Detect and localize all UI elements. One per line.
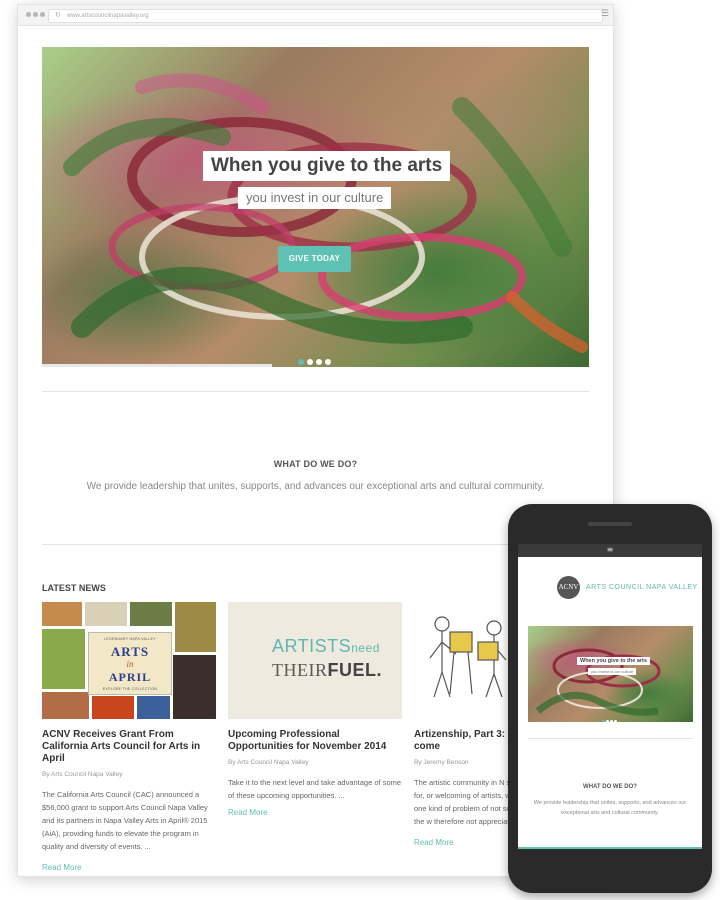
phone-screen: ≡ ACNV ARTS COUNCIL NAPA VALLEY When you… bbox=[518, 544, 702, 849]
news-author: By Arts Council Napa Valley bbox=[228, 759, 309, 766]
hero-subtitle: you invest in our culture bbox=[238, 187, 392, 209]
latest-news-heading: LATEST NEWS bbox=[42, 583, 106, 593]
what-we-do-title: WHAT DO WE DO? bbox=[273, 459, 358, 469]
artists-need-their-fuel-image[interactable]: ARTISTSneed THEIRFUEL. bbox=[228, 602, 402, 719]
need-word: need bbox=[351, 641, 380, 655]
phone-what-we-do-title: WHAT DO WE DO? bbox=[583, 784, 637, 790]
artists-line: ARTISTSneed bbox=[272, 636, 380, 657]
news-card: ARTISTSneed THEIRFUEL. Upcoming Professi… bbox=[228, 602, 402, 817]
carousel-dot[interactable] bbox=[614, 720, 617, 722]
hero-carousel: When you give to the arts you invest in … bbox=[42, 47, 589, 367]
carousel-dot[interactable] bbox=[316, 359, 322, 365]
window-dot-icon[interactable] bbox=[40, 12, 45, 17]
address-bar-url: www.artscouncilnapavalley.org bbox=[67, 13, 149, 19]
give-today-button[interactable]: GIVE TODAY bbox=[278, 246, 351, 272]
news-excerpt: The California Arts Council (CAC) announ… bbox=[42, 790, 208, 851]
collage-text-line: ARTS bbox=[110, 644, 150, 659]
carousel-dot[interactable] bbox=[602, 720, 605, 722]
phone-what-we-do-text: We provide leadership that unites, suppo… bbox=[533, 800, 687, 816]
phone-hero-title: When you give to the arts bbox=[577, 657, 650, 665]
news-card: LEGENDARY NAPA VALLEY ARTS in APRIL EXPL… bbox=[42, 602, 216, 872]
their-word: THEIR bbox=[272, 660, 328, 680]
fuel-word: FUEL. bbox=[327, 660, 382, 680]
collage-text-line: APRIL bbox=[108, 670, 152, 684]
carousel-dot[interactable] bbox=[307, 359, 313, 365]
collage-text-line: EXPLORE THE COLLECTION bbox=[102, 687, 158, 691]
carousel-pager bbox=[602, 710, 618, 722]
hero-title: When you give to the arts bbox=[203, 151, 451, 181]
carousel-dot[interactable] bbox=[298, 359, 304, 365]
accent-line bbox=[518, 847, 702, 849]
arts-in-april-collage-image[interactable]: LEGENDARY NAPA VALLEY ARTS in APRIL EXPL… bbox=[42, 602, 216, 719]
news-title[interactable]: ACNV Receives Grant From California Arts… bbox=[42, 729, 216, 765]
phone-nav-bar: ≡ bbox=[518, 544, 702, 557]
phone-speaker bbox=[588, 522, 632, 526]
section-divider bbox=[42, 391, 589, 392]
collage-text-line: in bbox=[126, 659, 134, 669]
carousel-dot[interactable] bbox=[610, 720, 613, 722]
section-divider bbox=[42, 544, 589, 545]
window-dot-icon[interactable] bbox=[26, 12, 31, 17]
what-we-do-text: We provide leadership that unites, suppo… bbox=[86, 481, 545, 492]
hamburger-menu-icon[interactable]: ☰ bbox=[601, 10, 609, 19]
site-name[interactable]: ARTS COUNCIL NAPA VALLEY bbox=[586, 584, 698, 591]
acnv-logo[interactable]: ACNV bbox=[557, 576, 580, 599]
section-divider bbox=[528, 738, 693, 739]
reload-icon[interactable]: ↻ bbox=[55, 11, 61, 19]
read-more-link[interactable]: Read More bbox=[42, 863, 216, 872]
news-excerpt: Take it to the next level and take advan… bbox=[228, 778, 402, 800]
window-dot-icon[interactable] bbox=[33, 12, 38, 17]
carousel-progress-bar bbox=[42, 364, 272, 367]
artists-word: ARTISTS bbox=[272, 636, 352, 656]
news-title[interactable]: Upcoming Professional Opportunities for … bbox=[228, 729, 402, 753]
address-bar[interactable]: ↻ www.artscouncilnapavalley.org bbox=[48, 9, 603, 23]
news-author: By Arts Council Napa Valley bbox=[42, 771, 123, 778]
phone-hero-carousel: When you give to the arts you invest in … bbox=[528, 626, 693, 722]
read-more-link[interactable]: Read More bbox=[228, 808, 402, 817]
carousel-dot[interactable] bbox=[325, 359, 331, 365]
phone-hero-subtitle: you invest in our culture bbox=[588, 668, 637, 675]
carousel-dot[interactable] bbox=[606, 720, 609, 722]
browser-chrome: ↻ www.artscouncilnapavalley.org ☰ bbox=[18, 5, 613, 26]
collage-text-line: LEGENDARY NAPA VALLEY bbox=[104, 637, 156, 641]
phone-device: ≡ ACNV ARTS COUNCIL NAPA VALLEY When you… bbox=[508, 504, 712, 893]
arts-in-april-panel: LEGENDARY NAPA VALLEY ARTS in APRIL EXPL… bbox=[88, 632, 172, 695]
hamburger-menu-icon[interactable]: ≡ bbox=[518, 545, 702, 555]
carousel-pager bbox=[298, 352, 334, 367]
fuel-line: THEIRFUEL. bbox=[272, 660, 382, 681]
